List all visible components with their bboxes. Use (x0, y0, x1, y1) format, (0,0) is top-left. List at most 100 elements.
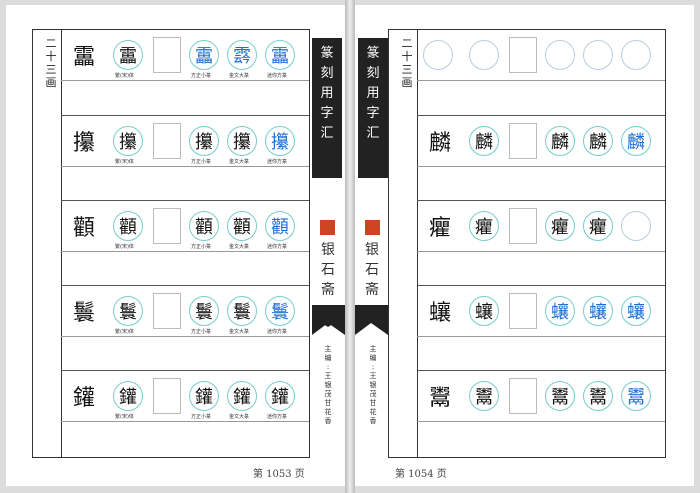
spine-chevron (312, 305, 345, 335)
glyph-row: 鬟鬟繁(宋)体鬟方正小篆鬟金文大篆鬟迷你方篆 (61, 285, 309, 371)
main-glyph: 麟 (428, 131, 451, 156)
variant-glyph: 攥 (265, 126, 295, 156)
glyph-caption: 金文大篆 (229, 244, 250, 250)
variant-glyph (621, 40, 651, 70)
spine-publisher: 银石斋 (318, 240, 338, 300)
spine-editor: 主编:王银茂 甘花香 (368, 345, 378, 426)
vertical-char: 香 (324, 417, 332, 425)
variant-glyph: 靁 (189, 40, 219, 70)
main-glyph: 癯 (428, 216, 451, 241)
variant-glyph: 顴 (189, 211, 219, 241)
variant-glyph: 癯 (545, 211, 575, 241)
vertical-char: 汇 (320, 126, 334, 141)
vertical-char: 二 (401, 37, 413, 50)
vertical-char: 茂 (324, 390, 332, 398)
seal-slot (153, 37, 181, 73)
spine-title-band: 篆刻用字汇 (358, 38, 388, 178)
book-gutter (345, 0, 355, 493)
stroke-count-label: 二十三画 (400, 37, 414, 89)
variant-glyph: 蠰 (583, 296, 613, 326)
vertical-char: 用 (366, 86, 380, 101)
variant-glyph: 靁 (265, 40, 295, 70)
vertical-char: 主 (369, 345, 377, 353)
variant-glyph: 攥 (227, 126, 257, 156)
variant-glyph: 麟 (545, 126, 575, 156)
variant-glyph: 鬻 (583, 381, 613, 411)
variant-glyph: 鑵 (227, 381, 257, 411)
spine-publisher: 银石斋 (362, 240, 382, 300)
vertical-char: 王 (324, 372, 332, 380)
page-number: 第 1053 页 (253, 469, 305, 480)
variant-glyph: 鬟 (189, 296, 219, 326)
variant-glyph: 麟 (583, 126, 613, 156)
main-glyph: 顴 (72, 216, 95, 241)
glyph-caption: 迷你方篆 (267, 244, 288, 250)
variant-glyph: 𩃬 (227, 40, 257, 70)
variant-glyph: 鑵 (265, 381, 295, 411)
glyph-row: 鑵鑵繁(宋)体鑵方正小篆鑵金文大篆鑵迷你方篆 (61, 370, 309, 456)
variant-glyph: 攥 (189, 126, 219, 156)
vertical-char: 篆 (320, 46, 334, 61)
spine-editor: 主编:王银茂 甘花香 (323, 345, 333, 426)
vertical-char: : (326, 363, 330, 371)
vertical-char: : (371, 363, 375, 371)
vertical-char: 王 (369, 372, 377, 380)
vertical-char: 石 (365, 262, 379, 278)
seal-slot (509, 123, 537, 159)
glyph-caption: 迷你方篆 (267, 414, 288, 420)
variant-glyph: 顴 (265, 211, 295, 241)
glyph-caption: 方正小篆 (191, 414, 212, 420)
spine-title-band: 篆刻用字汇 (312, 38, 342, 178)
vertical-char: 花 (324, 408, 332, 416)
row-divider (61, 166, 309, 167)
vertical-char: 银 (324, 381, 332, 389)
standard-glyph: 攥 (113, 126, 143, 156)
vertical-char: 茂 (369, 390, 377, 398)
seal-slot (509, 208, 537, 244)
row-divider (61, 251, 309, 252)
vertical-char: 花 (369, 408, 377, 416)
row-divider (61, 80, 309, 81)
row-divider (417, 251, 665, 252)
main-glyph: 鬻 (428, 386, 451, 411)
vertical-char: 三 (45, 63, 57, 76)
main-glyph: 攥 (72, 131, 95, 156)
variant-glyph: 癯 (583, 211, 613, 241)
glyph-caption: 繁(宋)体 (115, 159, 134, 165)
vertical-char: 三 (401, 63, 413, 76)
vertical-char: 刻 (366, 66, 380, 81)
empty-glyph-slot (423, 40, 453, 70)
seal-stamp (365, 220, 380, 235)
seal-slot (153, 123, 181, 159)
vertical-char: 香 (369, 417, 377, 425)
vertical-char: 编 (324, 354, 332, 362)
vertical-char: 画 (401, 76, 413, 89)
standard-glyph: 靁 (113, 40, 143, 70)
vertical-char: 字 (320, 106, 334, 121)
empty-glyph-slot (469, 40, 499, 70)
left-frame: 靁靁繁(宋)体靁方正小篆 𩃬 金文大篆靁迷你方篆攥攥繁(宋)体攥方正小篆攥金文大篆攥… (32, 29, 310, 458)
vertical-char: 银 (365, 242, 379, 258)
vertical-char: 篆 (366, 46, 380, 61)
vertical-char: 画 (45, 76, 57, 89)
variant-glyph: 鬻 (545, 381, 575, 411)
stroke-count-label: 二十三画 (44, 37, 58, 89)
glyph-row: 靁靁繁(宋)体靁方正小篆 𩃬 金文大篆靁迷你方篆 (61, 30, 309, 115)
glyph-caption: 方正小篆 (191, 159, 212, 165)
glyph-row: 鬻鬻鬻鬻鬻 (417, 370, 665, 456)
vertical-char: 汇 (366, 126, 380, 141)
variant-glyph (583, 40, 613, 70)
glyph-caption: 迷你方篆 (267, 329, 288, 335)
variant-glyph: 鑵 (189, 381, 219, 411)
standard-glyph: 麟 (469, 126, 499, 156)
vertical-char: 字 (366, 106, 380, 121)
glyph-caption: 繁(宋)体 (115, 73, 134, 79)
vertical-char: 十 (45, 50, 57, 63)
vertical-char: 刻 (320, 66, 334, 81)
glyph-caption: 繁(宋)体 (115, 244, 134, 250)
standard-glyph: 鬟 (113, 296, 143, 326)
standard-glyph: 顴 (113, 211, 143, 241)
vertical-char: 甘 (369, 399, 377, 407)
seal-stamp (320, 220, 335, 235)
glyph-caption: 方正小篆 (191, 329, 212, 335)
